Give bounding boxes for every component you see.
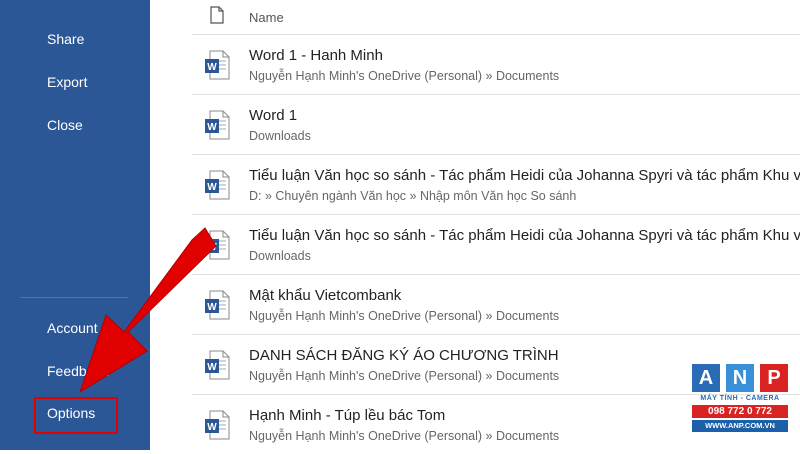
file-path: Downloads	[249, 249, 311, 263]
sidebar-item-account[interactable]: Account	[47, 320, 98, 336]
file-path: Nguyễn Hạnh Minh's OneDrive (Personal) »…	[249, 69, 560, 83]
word-document-icon: W	[205, 50, 230, 80]
column-header-name[interactable]: Name	[249, 10, 284, 25]
logo-phone: 098 772 0 772	[692, 405, 788, 418]
file-name: Word 1	[249, 107, 298, 124]
word-document-icon: W	[205, 110, 230, 140]
file-row[interactable]: W Tiểu luận Văn học so sánh - Tác phẩm H…	[192, 214, 800, 274]
sidebar-item-export[interactable]: Export	[47, 74, 87, 90]
word-document-icon: W	[205, 230, 230, 260]
logo-letter: N	[726, 364, 754, 392]
file-path: Downloads	[249, 129, 311, 143]
file-list-header: Name	[192, 0, 800, 34]
file-path: Nguyễn Hạnh Minh's OneDrive (Personal) »…	[249, 369, 560, 383]
sidebar-item-feedback[interactable]: Feedback	[47, 363, 108, 379]
file-row[interactable]: W Word 1 Downloads	[192, 94, 800, 154]
svg-text:W: W	[207, 362, 217, 373]
logo-letter: P	[760, 364, 788, 392]
sidebar-divider	[20, 297, 128, 298]
file-name: Hạnh Minh - Túp lều bác Tom	[249, 407, 446, 424]
word-document-icon: W	[205, 350, 230, 380]
document-icon	[210, 6, 224, 24]
svg-text:W: W	[207, 122, 217, 133]
file-name: DANH SÁCH ĐĂNG KÝ ÁO CHƯƠNG TRÌNH	[249, 347, 559, 364]
file-row[interactable]: W Mật khẩu Vietcombank Nguyễn Hạnh Minh'…	[192, 274, 800, 334]
logo-letters: A N P	[692, 364, 788, 394]
options-highlight-box	[34, 397, 118, 434]
file-row[interactable]: W Word 1 - Hanh Minh Nguyễn Hạnh Minh's …	[192, 34, 800, 94]
sidebar-item-share[interactable]: Share	[47, 31, 84, 47]
file-path: Nguyễn Hạnh Minh's OneDrive (Personal) »…	[249, 309, 560, 323]
file-path: Nguyễn Hạnh Minh's OneDrive (Personal) »…	[249, 429, 560, 443]
word-document-icon: W	[205, 290, 230, 320]
file-row[interactable]: W Tiểu luận Văn học so sánh - Tác phẩm H…	[192, 154, 800, 214]
file-name: Word 1 - Hanh Minh	[249, 47, 383, 64]
word-document-icon: W	[205, 410, 230, 440]
logo-letter: A	[692, 364, 720, 392]
word-document-icon: W	[205, 170, 230, 200]
svg-text:W: W	[207, 422, 217, 433]
anp-watermark-logo: A N P MÁY TÍNH - CAMERA 098 772 0 772 WW…	[690, 364, 790, 440]
backstage-sidebar: Share Export Close Account Feedback Opti…	[0, 0, 150, 450]
svg-text:W: W	[207, 182, 217, 193]
logo-website: WWW.ANP.COM.VN	[692, 420, 788, 432]
svg-text:W: W	[207, 242, 217, 253]
svg-text:W: W	[207, 62, 217, 73]
file-name: Mật khẩu Vietcombank	[249, 287, 402, 304]
file-name: Tiểu luận Văn học so sánh - Tác phẩm Hei…	[249, 167, 800, 184]
sidebar-item-close[interactable]: Close	[47, 117, 83, 133]
svg-text:W: W	[207, 302, 217, 313]
logo-tagline: MÁY TÍNH - CAMERA	[700, 395, 780, 402]
file-name: Tiểu luận Văn học so sánh - Tác phẩm Hei…	[249, 227, 800, 244]
file-path: D: » Chuyên ngành Văn học » Nhập môn Văn…	[249, 189, 577, 203]
